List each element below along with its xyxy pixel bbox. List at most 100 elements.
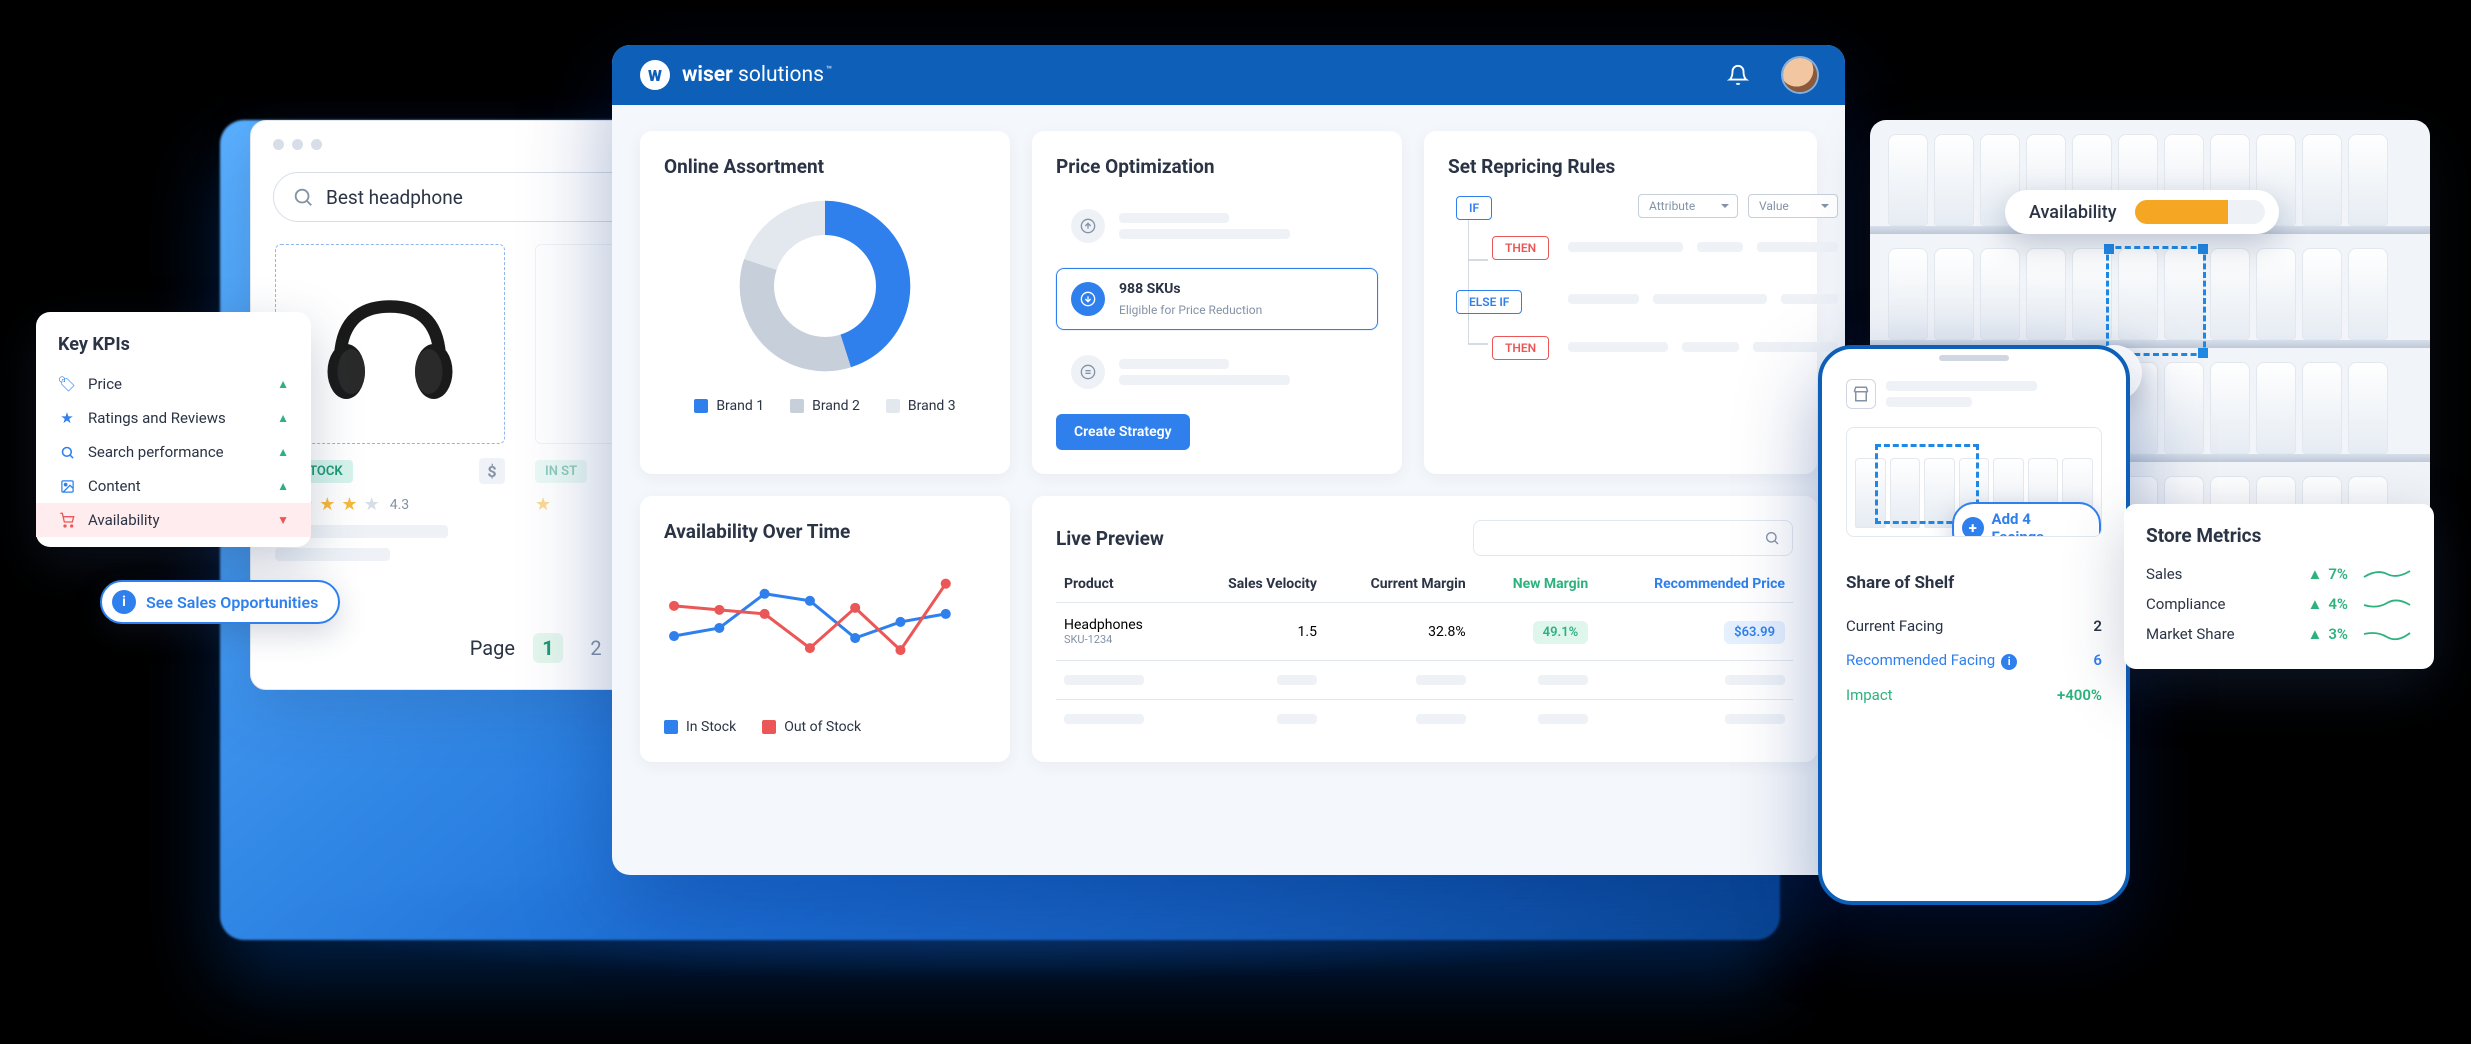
product-sku: SKU-1234 [1064,633,1177,646]
info-icon: i [112,590,136,614]
phone-mock: + Add 4 Facings Share of Shelf Current F… [1818,345,2130,905]
rule-if[interactable]: IF [1456,196,1492,220]
cell-new-margin: 49.1% [1533,621,1589,644]
legend-item: Out of Stock [762,719,861,735]
page-number[interactable]: 1 [533,633,563,663]
kpi-label: Content [88,477,141,495]
metrics-title: Store Metrics [2146,524,2412,547]
store-icon [1846,379,1876,409]
cell-rec-price: $63.99 [1724,621,1785,644]
legend-item: Brand 3 [886,398,956,414]
sku-subtitle: Eligible for Price Reduction [1119,303,1363,317]
create-strategy-button[interactable]: Create Strategy [1056,414,1190,450]
kpi-item-availability[interactable]: Availability ▼ [36,503,311,537]
skeleton-line [275,548,390,561]
star-icon: ★ [319,494,335,515]
sparkline [2362,565,2412,583]
main-dashboard: W wiser solutions™ Online Assortment Bra… [612,45,1845,875]
info-icon[interactable]: i [2001,654,2017,670]
rule-then[interactable]: THEN [1492,336,1549,360]
plus-icon: + [1962,517,1984,537]
col-product: Product [1056,566,1185,603]
col-velocity: Sales Velocity [1185,566,1325,603]
trend-up-icon: ▲ [277,411,289,425]
card-title: Live Preview [1056,527,1164,550]
logo-text: wiser solutions™ [682,63,832,87]
value-select[interactable]: Value [1748,194,1838,218]
sparkline [2362,625,2412,643]
trend-down-icon: ▼ [277,513,289,527]
tag-icon: 🏷 [58,375,76,393]
kpi-label: Price [88,375,122,393]
rating-score: 4.3 [390,497,409,513]
trend-up-icon: ▲ [2308,595,2323,613]
bell-icon[interactable] [1727,64,1749,86]
kpi-item-price[interactable]: 🏷 Price ▲ [36,367,311,401]
availability-label: Availability [2029,202,2117,223]
table-row[interactable]: Headphones SKU-1234 1.5 32.8% 49.1% $63.… [1056,603,1793,661]
avatar[interactable] [1783,58,1817,92]
live-preview-table: Product Sales Velocity Current Margin Ne… [1056,566,1793,738]
star-icon: ★ [341,494,357,515]
page-label: Page [470,636,515,660]
metric-row-market-share: Market Share ▲3% [2146,619,2412,649]
page-number[interactable]: 2 [581,633,611,663]
availability-bar [2135,200,2265,224]
chart-legend: In Stock Out of Stock [664,719,986,735]
kpi-title: Key KPIs [58,334,289,355]
card-live-preview: Live Preview Product Sales Velocity Curr… [1032,496,1817,762]
kpi-item-content[interactable]: Content ▲ [36,469,311,503]
rule-then[interactable]: THEN [1492,236,1549,260]
legend-item: In Stock [664,719,736,735]
arrow-down-icon [1071,282,1105,316]
price-opt-row-highlight[interactable]: 988 SKUs Eligible for Price Reduction [1056,268,1378,330]
table-row [1056,700,1793,739]
cell-margin: 32.8% [1325,603,1474,661]
metric-recommended-facing: Recommended Facingi 6 [1846,643,2102,678]
legend-item: Brand 2 [790,398,860,414]
metric-row-sales: Sales ▲7% [2146,559,2412,589]
search-icon [292,186,314,208]
kpi-item-search[interactable]: Search performance ▲ [36,435,311,469]
add-facings-button[interactable]: + Add 4 Facings [1952,502,2101,537]
star-icon: ★ [364,494,380,515]
store-metrics-popover: Store Metrics Sales ▲7% Compliance ▲4% M… [2124,504,2434,669]
equal-icon [1071,355,1105,389]
kpi-popover: Key KPIs 🏷 Price ▲ ★ Ratings and Reviews… [36,312,311,547]
arrow-up-icon [1071,209,1105,243]
live-search-input[interactable] [1473,520,1793,556]
rule-elseif[interactable]: ELSE IF [1456,290,1522,314]
sparkline [2362,595,2412,613]
sales-opportunities-button[interactable]: i See Sales Opportunities [100,580,340,624]
attribute-select[interactable]: Attribute [1638,194,1738,218]
search-value: Best headphone [326,186,463,209]
col-new-margin: New Margin [1474,566,1597,603]
stock-badge: IN ST [535,460,587,483]
metric-impact: Impact +400% [1846,678,2102,712]
card-title: Price Optimization [1056,155,1378,178]
availability-chart [664,561,986,701]
trend-up-icon: ▲ [277,445,289,459]
window-dot [311,139,322,150]
window-dot [273,139,284,150]
availability-badge: Availability [2005,190,2279,234]
phone-notch [1939,355,2009,361]
kpi-label: Ratings and Reviews [88,409,226,427]
share-of-shelf-title: Share of Shelf [1846,573,2102,593]
card-online-assortment: Online Assortment Brand 1 Brand 2 Brand … [640,131,1010,474]
app-header: W wiser solutions™ [612,45,1845,105]
search-icon [1764,530,1780,546]
col-rec-price: Recommended Price [1596,566,1793,603]
add-facings-label: Add 4 Facings [1992,510,2085,537]
chart-legend: Brand 1 Brand 2 Brand 3 [664,398,986,414]
star-icon: ★ [535,494,551,515]
price-opt-row[interactable] [1056,342,1378,402]
table-row [1056,661,1793,700]
card-availability-over-time: Availability Over Time In Stock Out of S… [640,496,1010,762]
legend-item: Brand 1 [694,398,764,414]
price-opt-row[interactable] [1056,196,1378,256]
trend-up-icon: ▲ [277,377,289,391]
kpi-item-ratings[interactable]: ★ Ratings and Reviews ▲ [36,401,311,435]
logo-icon: W [640,60,670,90]
price-placeholder: $ [479,458,505,484]
